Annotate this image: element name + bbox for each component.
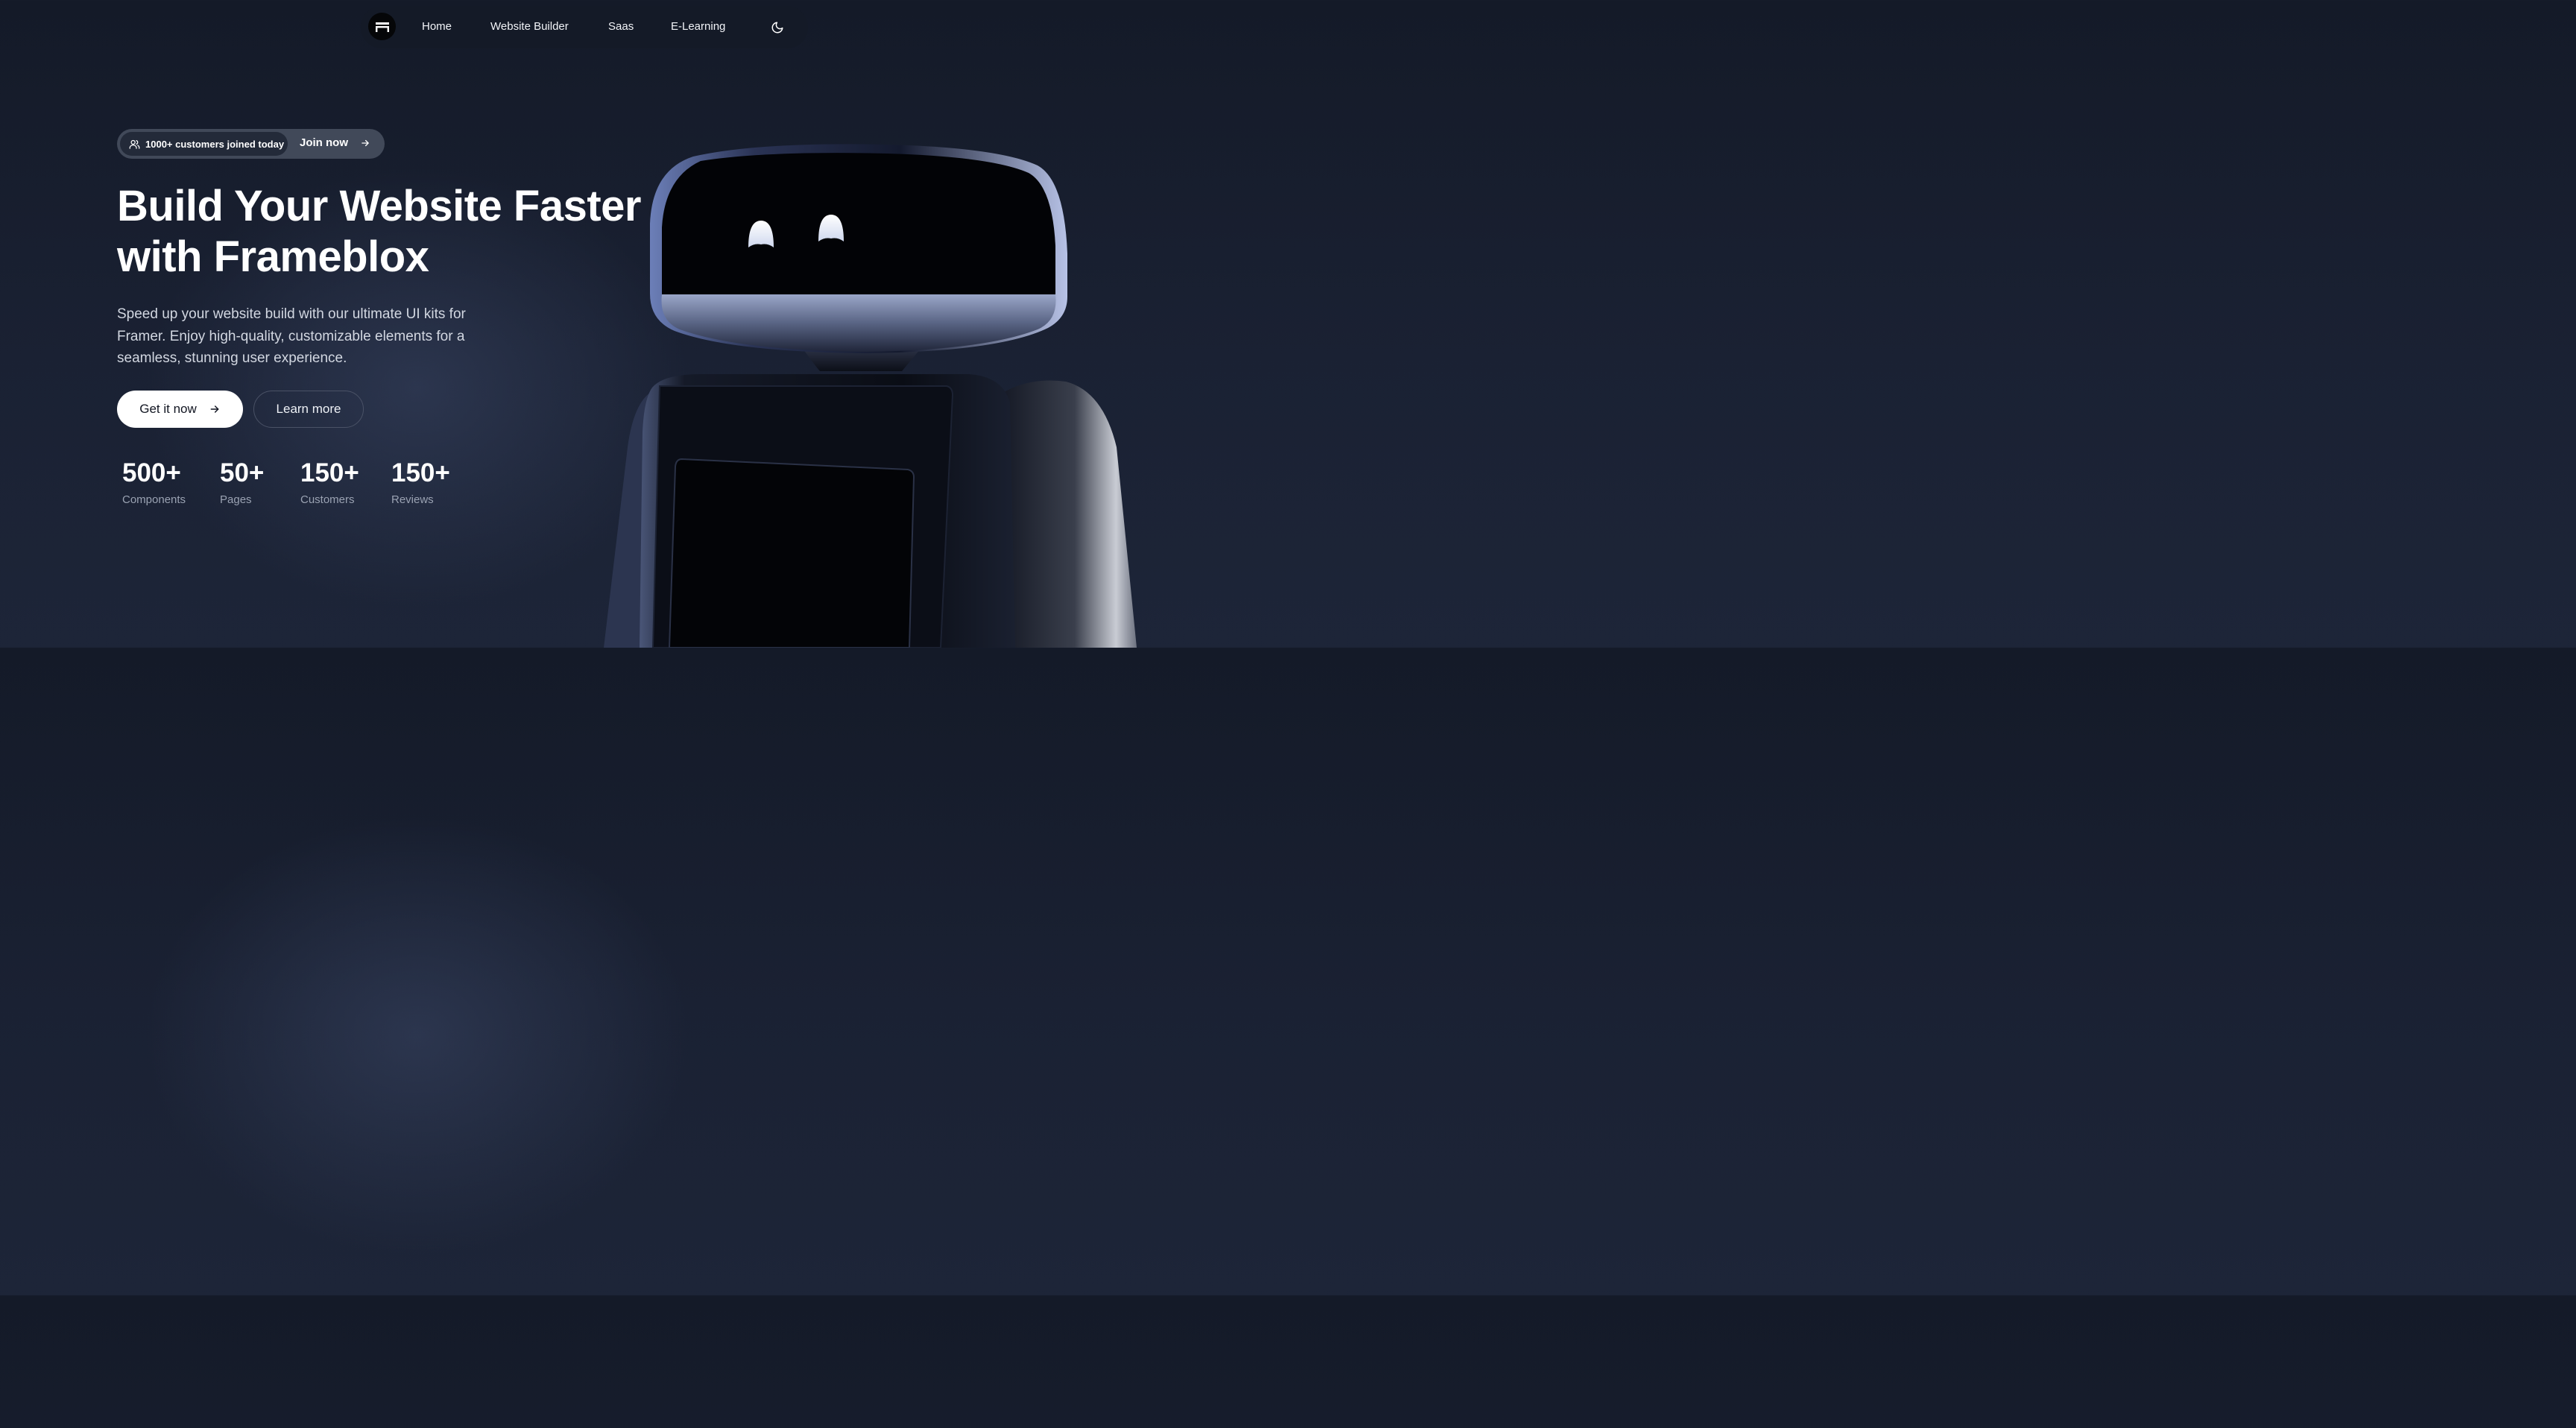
stat-label: Reviews [391, 493, 434, 506]
users-icon [129, 139, 140, 150]
stat-pages: 50+ Pages [220, 458, 264, 506]
moon-icon[interactable] [769, 19, 786, 36]
customers-joined-text: 1000+ customers joined today [145, 138, 285, 150]
learn-more-label: Learn more [276, 402, 341, 416]
stat-customers: 150+ Customers [300, 458, 359, 506]
nav-link-home[interactable]: Home [422, 19, 452, 34]
stat-value: 150+ [391, 458, 450, 487]
arrow-right-icon [360, 138, 370, 148]
top-navbar: Home Website Builder Saas E-Learning [361, 6, 808, 48]
learn-more-button[interactable]: Learn more [253, 391, 364, 428]
robot-illustration [604, 144, 1137, 648]
join-now-link[interactable]: Join now [300, 136, 370, 149]
stat-label: Pages [220, 493, 252, 506]
hero-title-line-1: Build Your Website Faster [117, 182, 641, 230]
stat-reviews: 150+ Reviews [391, 458, 450, 506]
announcement-pill: 1000+ customers joined today Join now [117, 129, 385, 159]
hero-title-line-2: with Frameblox [117, 233, 429, 281]
stat-components: 500+ Components [122, 458, 186, 506]
customers-joined-badge: 1000+ customers joined today [120, 132, 288, 156]
arrow-right-icon [209, 403, 221, 415]
join-now-label: Join now [300, 136, 348, 149]
stat-label: Components [122, 493, 186, 506]
stat-label: Customers [300, 493, 355, 506]
hero-description: Speed up your website build with our ult… [117, 306, 466, 366]
stat-value: 50+ [220, 458, 265, 487]
nav-link-website-builder[interactable]: Website Builder [490, 19, 569, 34]
nav-link-e-learning[interactable]: E-Learning [671, 19, 725, 34]
hero-title: Build Your Website Faster with Frameblox [117, 181, 654, 282]
frameblox-logo-icon[interactable] [368, 13, 396, 40]
nav-link-saas[interactable]: Saas [608, 19, 634, 34]
get-it-now-button[interactable]: Get it now [117, 391, 243, 428]
stat-value: 150+ [300, 458, 359, 487]
get-it-now-label: Get it now [139, 402, 197, 416]
stat-value: 500+ [122, 458, 181, 487]
